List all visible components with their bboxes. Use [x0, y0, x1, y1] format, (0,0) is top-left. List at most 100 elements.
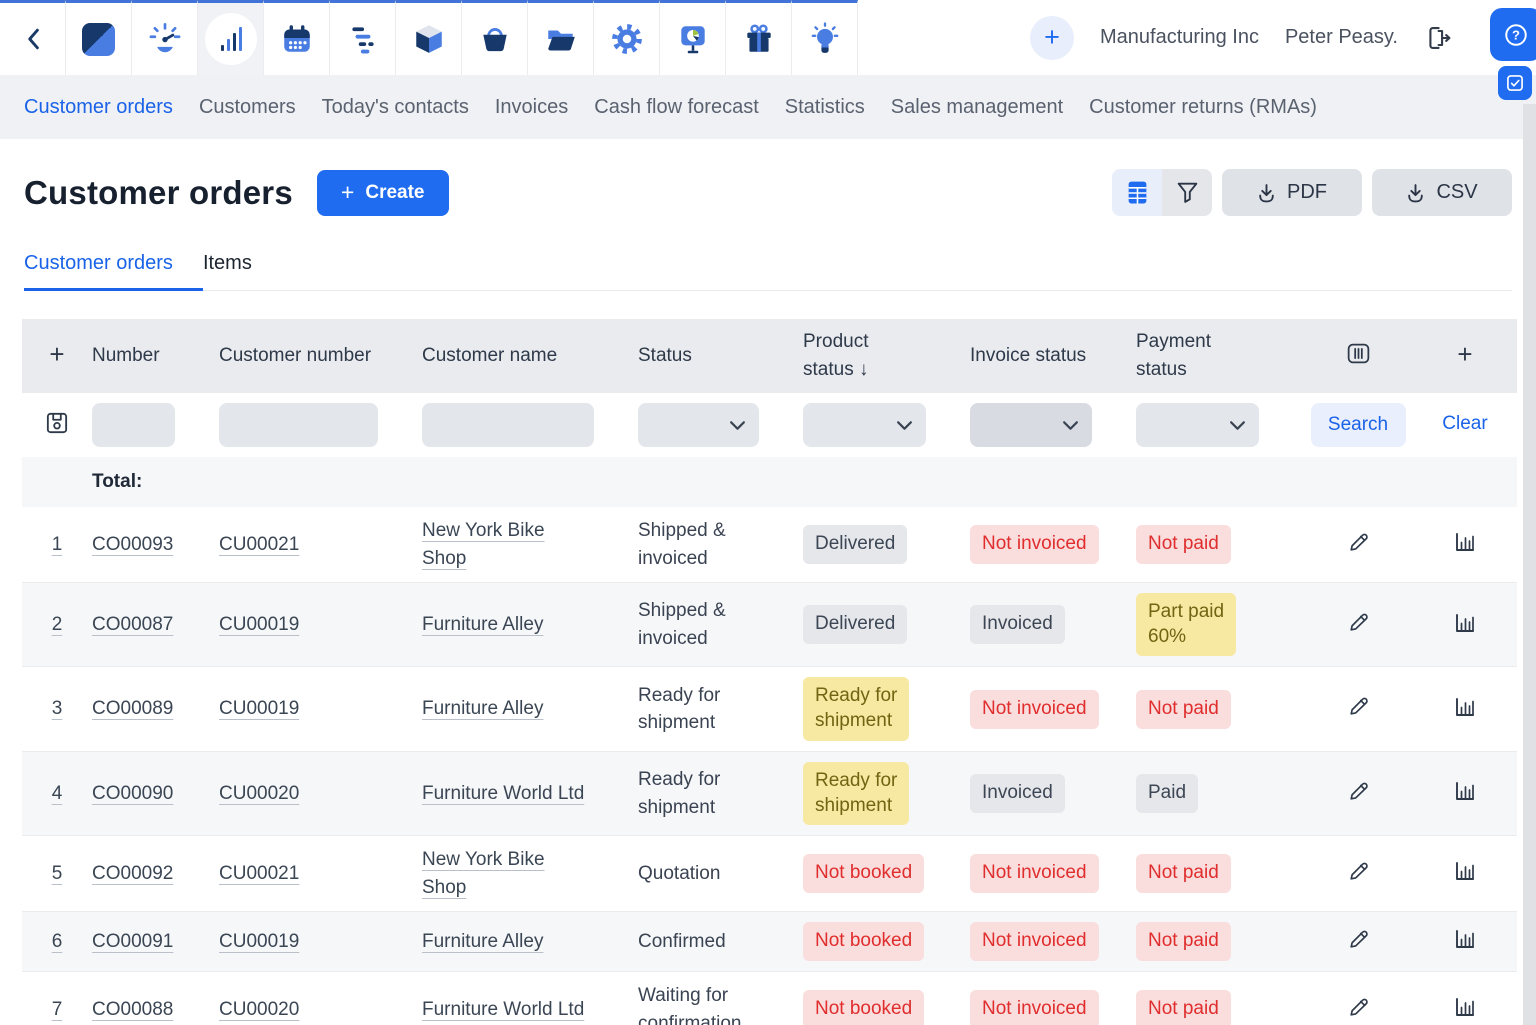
- nav-item-cash-flow-forecast[interactable]: Cash flow forecast: [594, 96, 759, 119]
- row-number-link[interactable]: 7: [52, 999, 63, 1020]
- header-payment-status[interactable]: Payment status: [1136, 328, 1303, 383]
- edit-order-button[interactable]: [1342, 526, 1375, 559]
- status-filter-select[interactable]: [638, 403, 759, 447]
- customer-name-link[interactable]: Furniture Alley: [422, 695, 543, 723]
- edit-order-button[interactable]: [1342, 855, 1375, 888]
- filter-view-button[interactable]: [1162, 169, 1212, 216]
- customer-number-link[interactable]: CU00020: [219, 999, 299, 1020]
- tab-customer-orders[interactable]: Customer orders: [24, 242, 203, 291]
- nav-item-customers[interactable]: Customers: [199, 96, 296, 119]
- table-view-button[interactable]: [1112, 169, 1162, 216]
- page-scrollbar[interactable]: [1523, 104, 1536, 1025]
- order-chart-button[interactable]: [1448, 922, 1482, 956]
- customer-name-link[interactable]: Furniture World Ltd: [422, 780, 584, 808]
- customer-number-link[interactable]: CU00019: [219, 698, 299, 719]
- nav-item-today-s-contacts[interactable]: Today's contacts: [322, 96, 469, 119]
- order-chart-button[interactable]: [1448, 774, 1482, 808]
- back-icon[interactable]: [0, 0, 66, 75]
- total-label: Total:: [92, 471, 142, 492]
- gantt-icon[interactable]: [330, 0, 396, 75]
- search-button[interactable]: Search: [1311, 403, 1406, 447]
- customer-number-link[interactable]: CU00019: [219, 614, 299, 635]
- order-chart-button[interactable]: [1448, 990, 1482, 1024]
- ideas-lightbulb-icon[interactable]: [792, 0, 858, 75]
- row-number-link[interactable]: 1: [52, 534, 63, 555]
- user-menu[interactable]: Peter Peasy.: [1285, 26, 1398, 49]
- order-chart-button[interactable]: [1448, 854, 1482, 888]
- sales-chart-icon[interactable]: [198, 0, 264, 75]
- order-number-link[interactable]: CO00090: [92, 783, 173, 804]
- number-filter-input[interactable]: [92, 403, 175, 447]
- tab-items[interactable]: Items: [203, 242, 282, 291]
- add-order-button[interactable]: +: [43, 340, 70, 368]
- rewards-gift-icon[interactable]: [726, 0, 792, 75]
- order-number-link[interactable]: CO00089: [92, 698, 173, 719]
- calendar-icon[interactable]: [264, 0, 330, 75]
- row-number-link[interactable]: 5: [52, 863, 63, 884]
- documents-folder-icon[interactable]: [528, 0, 594, 75]
- help-button[interactable]: ?: [1490, 8, 1536, 61]
- header-number[interactable]: Number: [92, 342, 219, 370]
- download-pdf-button[interactable]: PDF: [1222, 169, 1362, 216]
- customer-name-link[interactable]: New York Bike Shop: [422, 517, 590, 572]
- nav-item-invoices[interactable]: Invoices: [495, 96, 568, 119]
- customer-name-link[interactable]: Furniture Alley: [422, 611, 543, 639]
- tasks-button[interactable]: [1498, 66, 1532, 100]
- edit-order-button[interactable]: [1342, 991, 1375, 1024]
- customer-number-link[interactable]: CU00019: [219, 931, 299, 952]
- row-number-link[interactable]: 3: [52, 698, 63, 719]
- edit-order-button[interactable]: [1342, 690, 1375, 723]
- settings-gear-icon[interactable]: [594, 0, 660, 75]
- order-chart-button[interactable]: [1448, 690, 1482, 724]
- clear-button[interactable]: Clear: [1442, 413, 1487, 435]
- column-settings-button[interactable]: [1341, 336, 1376, 371]
- nav-item-statistics[interactable]: Statistics: [785, 96, 865, 119]
- add-column-button[interactable]: +: [1451, 340, 1478, 368]
- customer-name-filter-input[interactable]: [422, 403, 594, 447]
- customer-number-link[interactable]: CU00021: [219, 863, 299, 884]
- customer-name-link[interactable]: Furniture World Ltd: [422, 996, 584, 1024]
- product-status-badge: Ready for shipment: [803, 762, 909, 825]
- bar-chart-icon: [217, 25, 245, 53]
- order-number-link[interactable]: CO00087: [92, 614, 173, 635]
- procurement-basket-icon[interactable]: [462, 0, 528, 75]
- customer-number-link[interactable]: CU00020: [219, 783, 299, 804]
- nav-item-customer-orders[interactable]: Customer orders: [24, 96, 173, 119]
- invoice-status-filter-select[interactable]: [970, 403, 1092, 447]
- home-logo-icon[interactable]: [66, 0, 132, 75]
- product-status-filter-select[interactable]: [803, 403, 926, 447]
- save-filter-button[interactable]: [39, 405, 75, 441]
- quick-add-button[interactable]: +: [1030, 16, 1074, 60]
- dashboard-gauge-icon[interactable]: [132, 0, 198, 75]
- row-number-link[interactable]: 6: [52, 931, 63, 952]
- edit-order-button[interactable]: [1342, 775, 1375, 808]
- order-number-link[interactable]: CO00093: [92, 534, 173, 555]
- header-product-status[interactable]: Product status ↓: [803, 328, 970, 383]
- customer-number-filter-input[interactable]: [219, 403, 378, 447]
- row-number-link[interactable]: 2: [52, 614, 63, 635]
- customer-name-link[interactable]: New York Bike Shop: [422, 846, 590, 901]
- edit-order-button[interactable]: [1342, 923, 1375, 956]
- customer-number-link[interactable]: CU00021: [219, 534, 299, 555]
- create-button[interactable]: + Create: [317, 170, 449, 216]
- order-number-link[interactable]: CO00091: [92, 931, 173, 952]
- order-number-link[interactable]: CO00092: [92, 863, 173, 884]
- row-number-link[interactable]: 4: [52, 783, 63, 804]
- reports-presentation-icon[interactable]: [660, 0, 726, 75]
- pencil-icon: [1346, 859, 1371, 884]
- stock-cube-icon[interactable]: [396, 0, 462, 75]
- customer-name-link[interactable]: Furniture Alley: [422, 928, 543, 956]
- nav-item-sales-management[interactable]: Sales management: [891, 96, 1063, 119]
- order-chart-button[interactable]: [1448, 606, 1482, 640]
- nav-item-customer-returns-rmas[interactable]: Customer returns (RMAs): [1089, 96, 1317, 119]
- payment-status-filter-select[interactable]: [1136, 403, 1259, 447]
- header-customer-number[interactable]: Customer number: [219, 342, 422, 370]
- download-csv-button[interactable]: CSV: [1372, 169, 1512, 216]
- logout-button[interactable]: [1424, 24, 1452, 52]
- header-status[interactable]: Status: [638, 342, 803, 370]
- order-chart-button[interactable]: [1448, 525, 1482, 559]
- order-number-link[interactable]: CO00088: [92, 999, 173, 1020]
- header-invoice-status[interactable]: Invoice status: [970, 342, 1136, 370]
- header-customer-name[interactable]: Customer name: [422, 342, 638, 370]
- edit-order-button[interactable]: [1342, 606, 1375, 639]
